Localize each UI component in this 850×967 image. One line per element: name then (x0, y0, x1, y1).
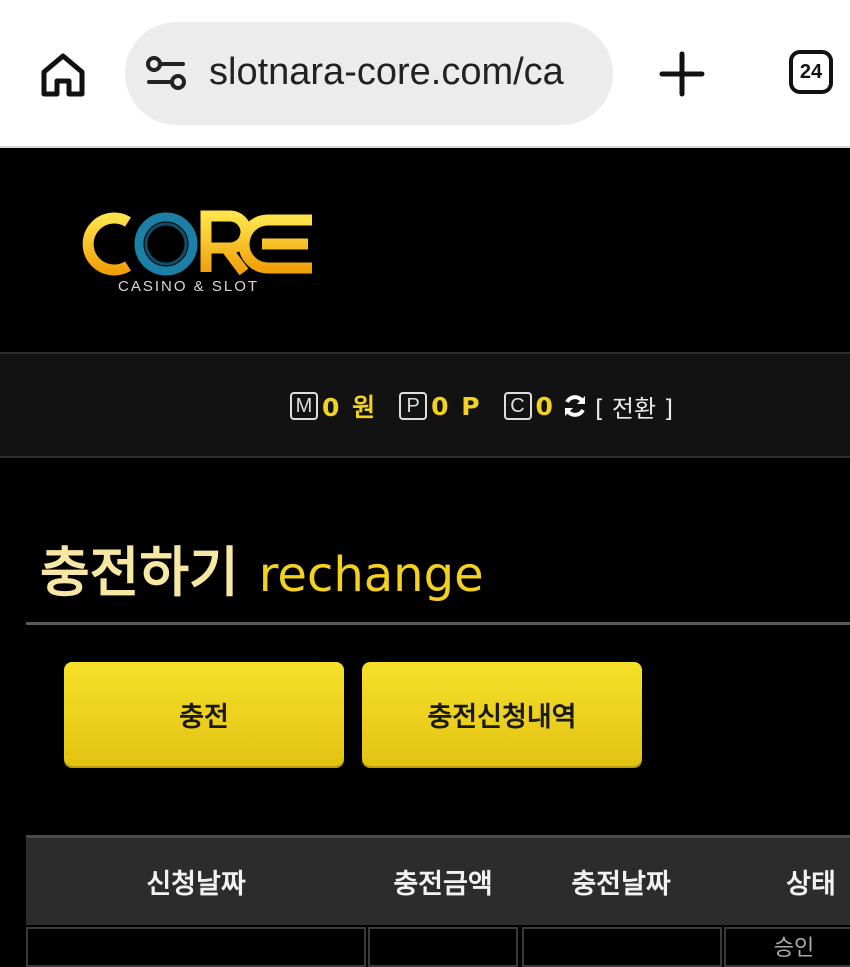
point-balance: 0 P (431, 391, 482, 421)
coin-balance: 0 (535, 391, 555, 421)
page-title-korean: 충전하기 (40, 541, 239, 604)
column-header-charge-date: 충전날짜 (571, 869, 671, 900)
site-logo[interactable]: CASINO & SLOT (78, 208, 318, 300)
balance-row: M 0 원 P 0 P C 0 [ 전환 ] (290, 388, 673, 424)
page-title-english: rechange (258, 547, 484, 603)
page-title: 충전하기 rechange (40, 528, 484, 607)
balance-bar: M 0 원 P 0 P C 0 [ 전환 ] (0, 352, 850, 458)
column-header-status: 상태 (786, 869, 836, 900)
tab-switcher-button[interactable]: 24 (789, 50, 833, 94)
site-header: CASINO & SLOT (0, 150, 850, 352)
recharge-history-button[interactable]: 충전신청내역 (362, 662, 642, 766)
status-cell: 승인 (724, 927, 850, 967)
logo-wordmark (82, 210, 312, 276)
url-text[interactable]: slotnara-core.com/ca (209, 48, 599, 96)
refresh-icon[interactable] (561, 392, 589, 420)
table-row: 승인 (26, 925, 850, 967)
site-settings-icon[interactable] (145, 52, 187, 94)
logo-tagline: CASINO & SLOT (118, 278, 260, 295)
table-header: 신청날짜 충전금액 충전날짜 상태 (26, 835, 850, 925)
switch-link[interactable]: [ 전환 ] (595, 389, 673, 424)
tab-count: 24 (799, 60, 823, 83)
point-badge: P (399, 392, 428, 420)
coin-badge: C (503, 392, 532, 420)
address-bar[interactable]: slotnara-core.com/ca (125, 22, 613, 125)
column-header-amount: 충전금액 (393, 869, 493, 900)
new-tab-icon[interactable] (654, 46, 710, 102)
table-cell (522, 927, 722, 967)
money-badge: M (290, 392, 318, 420)
home-icon[interactable] (36, 48, 90, 102)
browser-toolbar: slotnara-core.com/ca 24 (0, 0, 850, 148)
title-divider (26, 622, 850, 625)
column-header-request-date: 신청날짜 (146, 869, 246, 900)
table-cell (26, 927, 366, 967)
table-cell (368, 927, 518, 967)
recharge-button[interactable]: 충전 (64, 662, 344, 766)
money-balance: 0 원 (322, 393, 378, 422)
